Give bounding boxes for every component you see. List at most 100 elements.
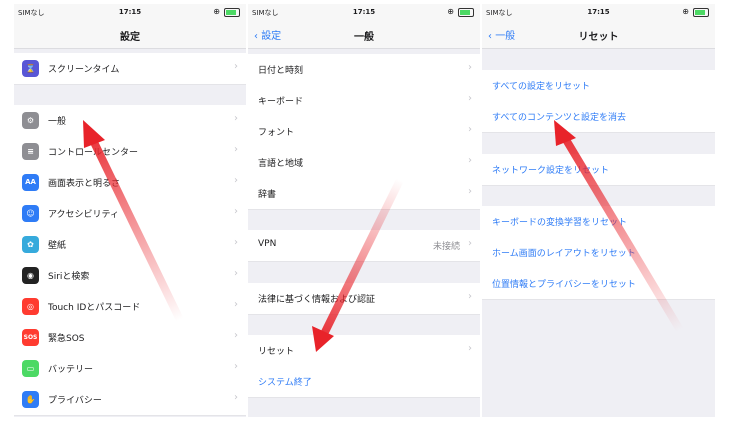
item-label: コントロールセンター <box>48 148 139 158</box>
item-label: ネットワーク設定をリセット <box>492 166 610 176</box>
settings-item-screen-time[interactable]: ⌛ スクリーンタイム › <box>14 53 246 85</box>
status-bar: SIMなし 17:15 ⊕ <box>14 4 246 22</box>
general-item-fonts[interactable]: フォント › <box>248 116 480 148</box>
chevron-right-icon: › <box>234 144 238 155</box>
settings-item-accessibility[interactable]: ☺ アクセシビリティ › <box>14 198 246 230</box>
status-bar: SIMなし 17:15 ⊕ <box>482 4 715 22</box>
item-label: キーボード <box>258 97 304 107</box>
general-item-date-time[interactable]: 日付と時刻 › <box>248 54 480 86</box>
chevron-right-icon: › <box>468 93 472 104</box>
item-label: 法律に基づく情報および認証 <box>258 295 376 305</box>
nav-bar: ‹ 設定 一般 <box>248 22 480 49</box>
item-label: フォント <box>258 128 295 138</box>
item-label: アクセシビリティ <box>48 210 120 220</box>
settings-item-sos[interactable]: SOS 緊急SOS › <box>14 322 246 354</box>
chevron-right-icon: › <box>468 155 472 166</box>
erase-all-content[interactable]: すべてのコンテンツと設定を消去 <box>482 101 715 133</box>
reset-screen: SIMなし 17:15 ⊕ ‹ 一般 リセット すべての設定をリセット すべての… <box>482 4 715 417</box>
item-label: 辞書 <box>258 190 277 200</box>
clock: 17:15 <box>118 8 142 16</box>
battery-status-icon <box>458 8 474 17</box>
reset-home-screen-layout[interactable]: ホーム画面のレイアウトをリセット <box>482 237 715 269</box>
chevron-right-icon: › <box>468 124 472 135</box>
battery-status-icon <box>224 8 240 17</box>
vpn-status: 未接続 <box>432 242 460 252</box>
general-item-legal[interactable]: 法律に基づく情報および認証 › <box>248 283 480 315</box>
orientation-lock-icon: ⊕ <box>213 7 220 16</box>
chevron-right-icon: › <box>234 299 238 310</box>
chevron-right-icon: › <box>468 238 472 249</box>
hourglass-icon: ⌛ <box>22 60 39 77</box>
settings-item-display[interactable]: AA 画面表示と明るさ › <box>14 167 246 199</box>
reset-keyboard-dictionary[interactable]: キーボードの変換学習をリセット <box>482 206 715 238</box>
sos-icon: SOS <box>22 329 39 346</box>
clock: 17:15 <box>352 8 376 16</box>
chevron-right-icon: › <box>234 61 238 72</box>
item-label: プライバシー <box>48 396 102 406</box>
page-title: 一般 <box>354 32 374 43</box>
item-label: Siriと検索 <box>48 272 90 282</box>
item-label: VPN <box>258 239 277 249</box>
battery-icon: ▭ <box>22 360 39 377</box>
item-label: バッテリー <box>48 365 94 375</box>
settings-item-siri[interactable]: ◉ Siriと検索 › <box>14 260 246 292</box>
chevron-right-icon: › <box>234 175 238 186</box>
reset-all-settings[interactable]: すべての設定をリセット <box>482 70 715 102</box>
settings-item-privacy[interactable]: ✋ プライバシー › <box>14 384 246 416</box>
general-item-shutdown[interactable]: システム終了 <box>248 366 480 398</box>
shutdown-link: システム終了 <box>258 378 312 388</box>
chevron-right-icon: › <box>234 361 238 372</box>
general-item-keyboard[interactable]: キーボード › <box>248 85 480 117</box>
battery-status-icon <box>693 8 709 17</box>
general-item-vpn[interactable]: VPN 未接続 › <box>248 230 480 262</box>
item-label: 日付と時刻 <box>258 66 304 76</box>
settings-item-wallpaper[interactable]: ✿ 壁紙 › <box>14 229 246 261</box>
general-item-dictionary[interactable]: 辞書 › <box>248 178 480 210</box>
settings-item-control-center[interactable]: ≡ コントロールセンター › <box>14 136 246 168</box>
settings-item-general[interactable]: ⚙ 一般 › <box>14 105 246 137</box>
orientation-lock-icon: ⊕ <box>682 7 689 16</box>
page-title: リセット <box>578 32 619 43</box>
item-label: すべてのコンテンツと設定を消去 <box>492 113 627 123</box>
settings-screen: SIMなし 17:15 ⊕ 設定 ⌛ スクリーンタイム › ⚙ 一般 › ≡ コ… <box>14 4 246 417</box>
display-icon: AA <box>22 174 39 191</box>
reset-network-settings[interactable]: ネットワーク設定をリセット <box>482 154 715 186</box>
item-label: リセット <box>258 347 295 357</box>
general-screen: SIMなし 17:15 ⊕ ‹ 設定 一般 日付と時刻 › キーボード › フォ… <box>248 4 480 417</box>
general-item-language-region[interactable]: 言語と地域 › <box>248 147 480 179</box>
chevron-right-icon: › <box>234 268 238 279</box>
chevron-right-icon: › <box>234 330 238 341</box>
siri-icon: ◉ <box>22 267 39 284</box>
item-label: Touch IDとパスコード <box>48 303 141 313</box>
item-label: 画面表示と明るさ <box>48 179 121 189</box>
status-bar: SIMなし 17:15 ⊕ <box>248 4 480 22</box>
chevron-right-icon: › <box>468 343 472 354</box>
chevron-right-icon: › <box>234 392 238 403</box>
item-label: すべての設定をリセット <box>492 82 591 92</box>
wallpaper-icon: ✿ <box>22 236 39 253</box>
nav-bar: ‹ 一般 リセット <box>482 22 715 49</box>
chevron-right-icon: › <box>234 237 238 248</box>
orientation-lock-icon: ⊕ <box>447 7 454 16</box>
accessibility-icon: ☺ <box>22 205 39 222</box>
clock: 17:15 <box>587 8 610 16</box>
item-label: スクリーンタイム <box>48 65 120 75</box>
item-label: 一般 <box>48 117 67 127</box>
nav-bar: 設定 <box>14 22 246 49</box>
chevron-right-icon: › <box>468 291 472 302</box>
item-label: 緊急SOS <box>48 334 85 344</box>
gear-icon: ⚙ <box>22 112 39 129</box>
item-label: 位置情報とプライバシーをリセット <box>492 280 636 290</box>
item-label: キーボードの変換学習をリセット <box>492 218 628 228</box>
settings-item-battery[interactable]: ▭ バッテリー › <box>14 353 246 385</box>
item-label: 壁紙 <box>48 241 67 251</box>
item-label: ホーム画面のレイアウトをリセット <box>492 249 636 259</box>
reset-location-privacy[interactable]: 位置情報とプライバシーをリセット <box>482 268 715 300</box>
fingerprint-icon: ◎ <box>22 298 39 315</box>
control-center-icon: ≡ <box>22 143 39 160</box>
general-item-reset[interactable]: リセット › <box>248 335 480 367</box>
privacy-hand-icon: ✋ <box>22 391 39 408</box>
chevron-right-icon: › <box>234 206 238 217</box>
settings-item-touch-id[interactable]: ◎ Touch IDとパスコード › <box>14 291 246 323</box>
chevron-right-icon: › <box>468 62 472 73</box>
